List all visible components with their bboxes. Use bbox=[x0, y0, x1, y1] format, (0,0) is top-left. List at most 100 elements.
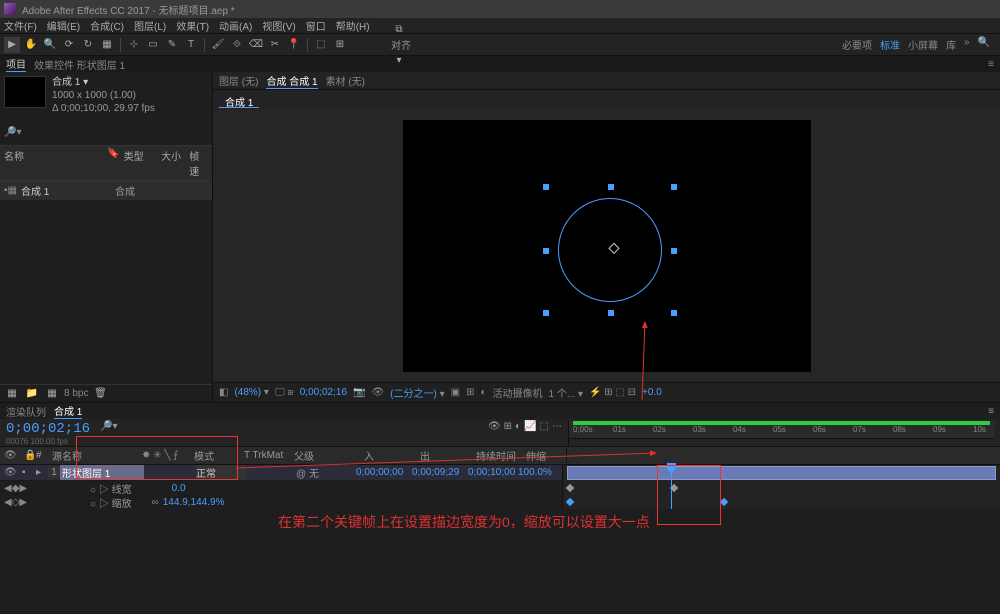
panel-menu-icon[interactable]: ≡ bbox=[988, 59, 994, 70]
keyframe-icon[interactable] bbox=[720, 498, 728, 506]
snap-icon[interactable]: ⧉ bbox=[391, 21, 407, 37]
col-size[interactable]: 大小 bbox=[161, 148, 189, 178]
col-type[interactable]: 类型 bbox=[124, 148, 162, 178]
prop-value[interactable]: 144.9,144.9% bbox=[163, 497, 225, 508]
col-out[interactable]: 出 bbox=[420, 448, 476, 463]
roto-tool-icon[interactable]: ✂ bbox=[267, 37, 283, 53]
keyframe-icon[interactable] bbox=[566, 498, 574, 506]
prop-stroke-width[interactable]: ◀◆▶ ○ ▷ 线宽 0.0 bbox=[0, 481, 562, 495]
composition-viewer[interactable] bbox=[213, 110, 1000, 382]
timecode-display[interactable]: 0;00;02;16 bbox=[300, 387, 347, 398]
col-in[interactable]: 入 bbox=[364, 448, 420, 463]
eraser-tool-icon[interactable]: ⌫ bbox=[248, 37, 264, 53]
menu-layer[interactable]: 图层(L) bbox=[134, 18, 166, 33]
comp-tab-comp[interactable]: 合成 合成 1 bbox=[266, 73, 317, 89]
handle-icon[interactable] bbox=[671, 310, 677, 316]
menu-effect[interactable]: 效果(T) bbox=[176, 18, 209, 33]
anchor-icon[interactable] bbox=[608, 243, 619, 254]
snap-dropdown-icon[interactable]: ▾ bbox=[391, 52, 407, 68]
kf-nav-icon[interactable]: ◀◆▶ bbox=[4, 483, 27, 494]
brush-tool-icon[interactable]: 🖌 bbox=[210, 37, 226, 53]
res-dropdown-icon[interactable]: 🖵 ⊞ bbox=[275, 387, 294, 398]
handle-icon[interactable] bbox=[671, 184, 677, 190]
moreopts-icon[interactable]: ⋯ bbox=[552, 421, 562, 432]
snap-label[interactable]: 对齐 bbox=[391, 41, 411, 52]
search-help-icon[interactable]: 🔍 bbox=[978, 37, 990, 52]
handle-icon[interactable] bbox=[608, 184, 614, 190]
handle-icon[interactable] bbox=[671, 248, 677, 254]
exposure[interactable]: +0.0 bbox=[642, 387, 662, 398]
frame-blend-icon[interactable]: ⊞ bbox=[504, 421, 512, 432]
out-value[interactable]: 0;00;09;29 bbox=[412, 467, 468, 478]
layer-bar[interactable] bbox=[567, 466, 996, 480]
bpc-label[interactable]: 8 bpc bbox=[64, 388, 88, 399]
delete-icon[interactable]: 🗑 bbox=[92, 386, 108, 402]
search-icon[interactable]: 🔎▾ bbox=[4, 127, 21, 138]
workspace-more-icon[interactable]: » bbox=[964, 37, 970, 52]
timeline-panel-menu-icon[interactable]: ≡ bbox=[988, 406, 994, 417]
timeline-search-icon[interactable]: 🔎▾ bbox=[100, 421, 117, 432]
menu-composition[interactable]: 合成(C) bbox=[90, 18, 124, 33]
current-timecode[interactable]: 0;00;02;16 bbox=[6, 421, 90, 437]
interpret-footage-icon[interactable]: ▦ bbox=[4, 386, 20, 402]
active-camera[interactable]: 活动摄像机 bbox=[493, 385, 543, 400]
text-tool-icon[interactable]: T bbox=[183, 37, 199, 53]
dur-value[interactable]: 0;00;10;00 bbox=[468, 467, 518, 478]
rotate-tool-icon[interactable]: ↻ bbox=[80, 37, 96, 53]
menu-file[interactable]: 文件(F) bbox=[4, 18, 37, 33]
channel-icon[interactable]: ◐ bbox=[480, 387, 486, 398]
menu-animation[interactable]: 动画(A) bbox=[219, 18, 252, 33]
selection-tool-icon[interactable]: ▶ bbox=[4, 37, 20, 53]
col-trkmat[interactable]: T TrkMat bbox=[244, 450, 294, 461]
prop-value[interactable]: 0.0 bbox=[172, 483, 186, 494]
menu-window[interactable]: 窗口 bbox=[306, 18, 326, 33]
workspace-essentials[interactable]: 必要项 bbox=[842, 37, 872, 52]
project-tab[interactable]: 项目 bbox=[6, 56, 26, 72]
mask-toggle-icon[interactable]: ◧ bbox=[219, 387, 228, 398]
comp-tab-layer[interactable]: 图层 (无) bbox=[219, 73, 258, 88]
workspace-small[interactable]: 小屏幕 bbox=[908, 37, 938, 52]
snapshot-icon[interactable]: 📷 bbox=[353, 387, 365, 398]
handle-icon[interactable] bbox=[608, 310, 614, 316]
col-type-icon[interactable]: 🔖 bbox=[107, 148, 119, 178]
stretch-value[interactable]: 100.0% bbox=[518, 467, 558, 478]
draft3d-icon[interactable]: ⬚ bbox=[540, 421, 549, 432]
col-stretch[interactable]: 伸缩 bbox=[526, 448, 566, 463]
project-item-row[interactable]: ▪▦ 合成 1 合成 bbox=[0, 181, 212, 200]
anchor-tool-icon[interactable]: ⊹ bbox=[126, 37, 142, 53]
canvas[interactable] bbox=[403, 120, 811, 372]
effect-controls-tab[interactable]: 效果控件 形状图层 1 bbox=[34, 57, 125, 72]
clone-tool-icon[interactable]: ⟐ bbox=[229, 37, 245, 53]
zoom-dropdown[interactable]: (48%) ▾ bbox=[234, 387, 269, 398]
col-name[interactable]: 名称 bbox=[4, 148, 107, 178]
orbit-tool-icon[interactable]: ⟳ bbox=[61, 37, 77, 53]
puppet-tool-icon[interactable]: 📍 bbox=[286, 37, 302, 53]
prop-scale[interactable]: ◀◇▶ ○ ▷ 缩放 ∞ 144.9,144.9% bbox=[0, 495, 562, 509]
show-snapshot-icon[interactable]: 👁 bbox=[371, 387, 384, 398]
camera-tool-icon[interactable]: ▦ bbox=[99, 37, 115, 53]
comp-name[interactable]: 合成 1 ▾ bbox=[52, 76, 155, 89]
menu-view[interactable]: 视图(V) bbox=[262, 18, 295, 33]
link-icon[interactable]: ∞ bbox=[152, 497, 159, 508]
kf-nav-icon[interactable]: ◀◇▶ bbox=[4, 497, 27, 508]
grid-icon[interactable]: ⊞ bbox=[466, 387, 474, 398]
zoom-tool-icon[interactable]: 🔍 bbox=[42, 37, 58, 53]
shape-circle[interactable] bbox=[558, 198, 662, 302]
handle-icon[interactable] bbox=[543, 248, 549, 254]
in-value[interactable]: 0;00;00;00 bbox=[356, 467, 412, 478]
rect-tool-icon[interactable]: ▭ bbox=[145, 37, 161, 53]
col-parent[interactable]: 父级 bbox=[294, 448, 334, 463]
resolution-dropdown[interactable]: (二分之一) ▾ bbox=[390, 385, 444, 400]
col-framerate[interactable]: 帧速 bbox=[189, 148, 208, 178]
shy-icon[interactable]: 👁 bbox=[488, 421, 501, 432]
eye-toggle-icon[interactable]: 👁 bbox=[4, 467, 22, 478]
roi-icon[interactable]: ▣ bbox=[451, 387, 460, 398]
handle-icon[interactable] bbox=[543, 310, 549, 316]
pen-tool-icon[interactable]: ✎ bbox=[164, 37, 180, 53]
menu-edit[interactable]: 编辑(E) bbox=[47, 18, 80, 33]
col-duration[interactable]: 持续时间 bbox=[476, 448, 526, 463]
local-axis-icon[interactable]: ⬚ bbox=[313, 37, 329, 53]
workspace-library[interactable]: 库 bbox=[946, 37, 956, 52]
parent-pick-icon[interactable]: @ bbox=[296, 469, 306, 480]
handle-icon[interactable] bbox=[543, 184, 549, 190]
